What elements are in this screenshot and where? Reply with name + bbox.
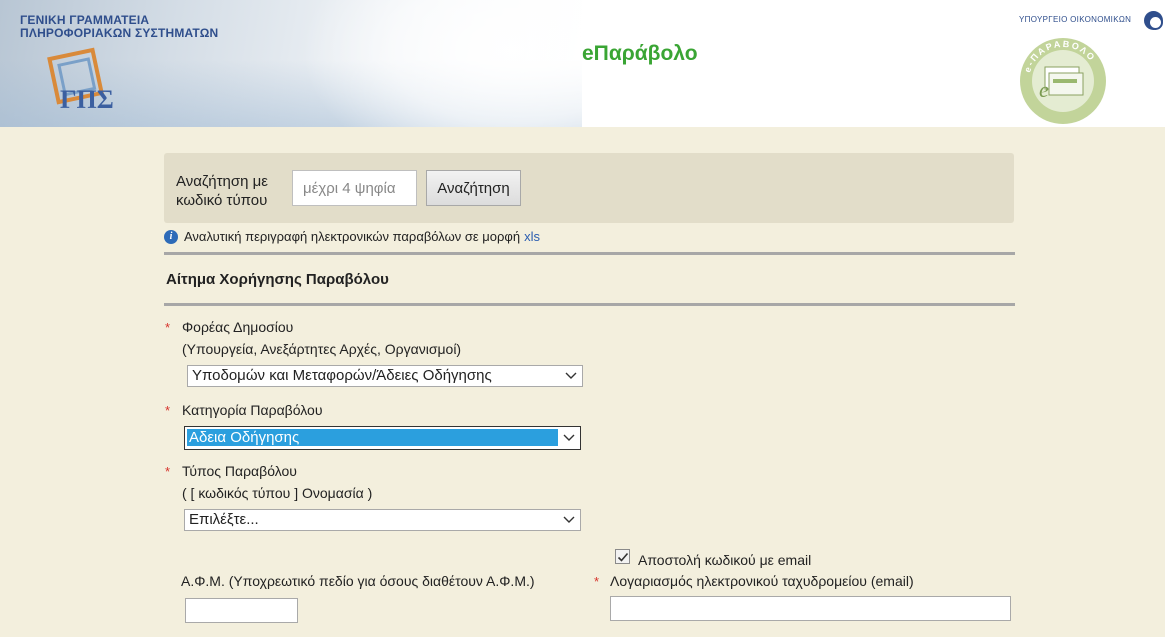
agency-label: Φορέας Δημοσίου [182,319,294,335]
info-icon: i [164,229,178,244]
info-line: i Αναλυτική περιγραφή ηλεκτρονικών παραβ… [164,229,540,244]
eparavolo-seal-icon: e-ΠΑΡΑΒΟΛΟ e [1020,38,1106,124]
svg-text:ΓΠΣ: ΓΠΣ [60,85,114,112]
svg-text:e: e [1039,77,1049,102]
type-select[interactable]: Επιλέξτε... [184,509,581,531]
ministry-name: ΥΠΟΥΡΓΕΙΟ ΟΙΚΟΝΟΜΙΚΩΝ [1019,15,1132,24]
search-label: Αναζήτηση με κωδικό τύπου [176,173,268,209]
category-select[interactable]: Αδεια Οδήγησης [184,426,581,450]
type-label: Τύπος Παραβόλου [182,463,297,479]
xls-download-link[interactable]: xls [524,229,540,244]
type-select-value: Επιλέξτε... [189,511,259,528]
checkmark-icon [617,552,629,562]
type-code-search-input[interactable] [292,170,417,206]
form-title: Αίτημα Χορήγησης Παραβόλου [166,271,389,288]
agency-select[interactable]: Υποδομών και Μεταφορών/Άδειες Οδήγησης [187,365,583,387]
org-name: ΓΕΝΙΚΗ ΓΡΑΜΜΑΤΕΙΑ ΠΛΗΡΟΦΟΡΙΑΚΩΝ ΣΥΣΤΗΜΑΤ… [20,14,218,40]
app-title: eΠαράβολο [582,42,698,65]
required-marker: * [165,403,171,418]
category-label: Κατηγορία Παραβόλου [182,402,323,418]
send-code-label: Αποστολή κωδικού με email [638,552,812,568]
chevron-down-icon [565,372,577,379]
chevron-down-icon [563,434,575,441]
page-header: ΓΕΝΙΚΗ ΓΡΑΜΜΑΤΕΙΑ ΠΛΗΡΟΦΟΡΙΑΚΩΝ ΣΥΣΤΗΜΑΤ… [0,0,1165,127]
email-label: Λογαριασμός ηλεκτρονικού ταχυδρομείου (e… [610,573,914,589]
agency-hint: (Υπουργεία, Ανεξάρτητες Αρχές, Οργανισμο… [182,341,462,357]
search-panel: Αναζήτηση με κωδικό τύπου Αναζήτηση [164,153,1014,223]
required-marker: * [165,464,171,479]
divider [164,303,1015,306]
email-input[interactable] [610,596,1011,621]
send-code-checkbox[interactable] [615,549,630,564]
type-hint: ( [ κωδικός τύπου ] Ονομασία ) [182,485,373,501]
divider [164,252,1015,255]
org-name-line2: ΠΛΗΡΟΦΟΡΙΑΚΩΝ ΣΥΣΤΗΜΑΤΩΝ [20,26,219,40]
search-button[interactable]: Αναζήτηση [426,170,521,206]
gsis-logo-icon: ΓΠΣ [47,47,114,112]
afm-input[interactable] [185,598,298,623]
afm-label: Α.Φ.Μ. (Υποχρεωτικό πεδίο για όσους διαθ… [181,573,535,589]
required-marker: * [594,574,600,589]
chevron-down-icon [563,516,575,523]
info-text: Αναλυτική περιγραφή ηλεκτρονικών παραβόλ… [184,229,521,244]
ministry-emblem-icon [1144,11,1163,30]
required-marker: * [165,320,171,335]
category-select-value: Αδεια Οδήγησης [187,429,558,446]
agency-select-value: Υποδομών και Μεταφορών/Άδειες Οδήγησης [192,367,492,384]
